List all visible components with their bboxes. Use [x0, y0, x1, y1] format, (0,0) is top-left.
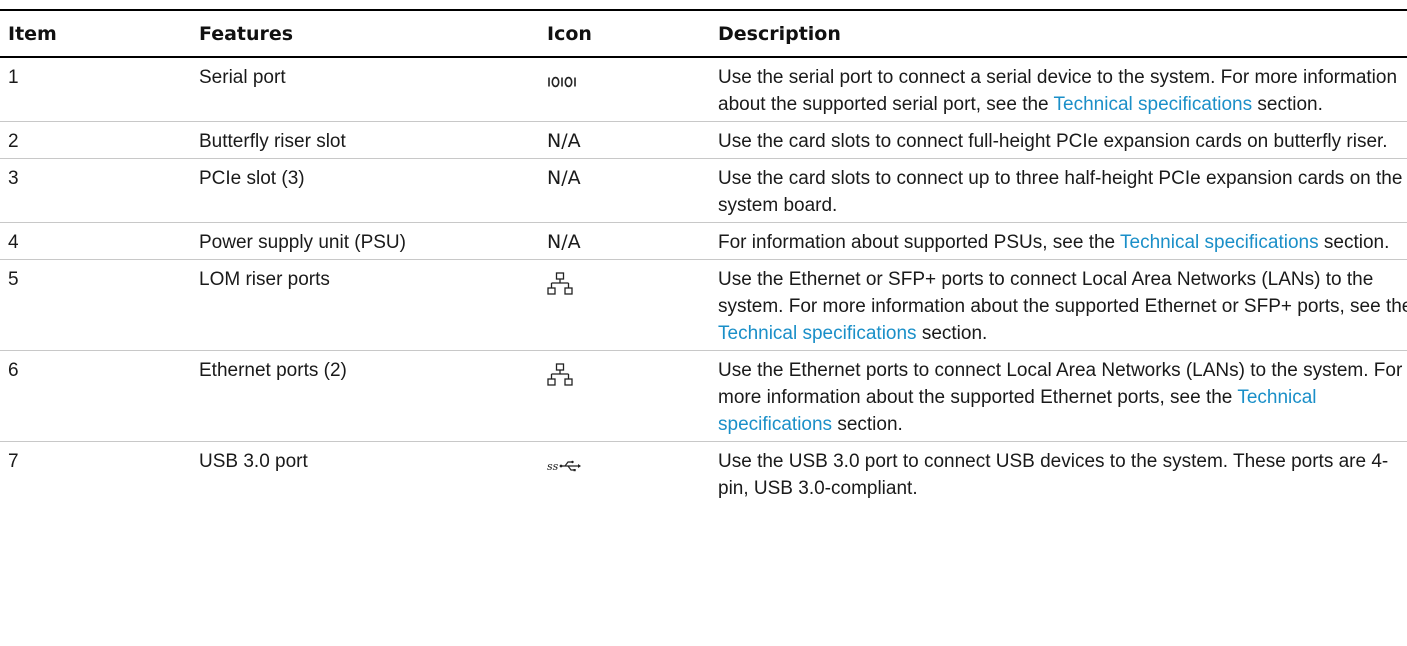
description-text: Use the USB 3.0 port to connect USB devi… [718, 451, 1389, 499]
technical-specifications-link[interactable]: Technical specifications [1120, 232, 1319, 253]
feature-name: USB 3.0 port [199, 451, 308, 472]
technical-specifications-link[interactable]: Technical specifications [1054, 94, 1253, 115]
feature-name: PCIe slot (3) [199, 168, 305, 189]
item-number: 1 [8, 67, 19, 88]
table-header-row: Item Features Icon Description [0, 10, 1407, 57]
item-number: 5 [8, 269, 19, 290]
table-row: 6 Ethernet ports (2) Use the Ethernet port… [0, 351, 1407, 442]
usb-ss-icon: ss [547, 454, 581, 481]
description-cell: Use the Ethernet or SFP+ ports to connec… [718, 260, 1407, 351]
feature-name: LOM riser ports [199, 269, 330, 290]
icon-cell: ss [547, 442, 718, 506]
technical-specifications-link[interactable]: Technical specifications [718, 323, 917, 344]
icon-cell [547, 260, 718, 351]
description-cell: Use the card slots to connect up to thre… [718, 159, 1407, 223]
item-number: 6 [8, 360, 19, 381]
table-row: 3 PCIe slot (3) N/A Use the card slots to c… [0, 159, 1407, 223]
network-icon [547, 272, 573, 304]
description-suffix: section. [916, 323, 988, 344]
icon-na-text: N/A [547, 167, 581, 189]
table-row: 1 Serial port Use the serial port to conne… [0, 57, 1407, 122]
header-icon: Icon [547, 23, 592, 45]
svg-text:ss: ss [547, 460, 559, 473]
feature-name: Serial port [199, 67, 286, 88]
icon-cell [547, 57, 718, 122]
feature-name: Power supply unit (PSU) [199, 232, 406, 253]
icon-cell: N/A [547, 122, 718, 159]
feature-name: Ethernet ports (2) [199, 360, 347, 381]
table-row: 5 LOM riser ports Use the Ethernet or SFP+… [0, 260, 1407, 351]
description-text: Use the card slots to connect up to thre… [718, 168, 1403, 216]
description-cell: Use the serial port to connect a serial … [718, 57, 1407, 122]
description-cell: For information about supported PSUs, se… [718, 223, 1407, 260]
description-cell: Use the USB 3.0 port to connect USB devi… [718, 442, 1407, 506]
serial-port-icon [547, 70, 583, 97]
description-suffix: section. [1252, 94, 1323, 115]
header-features: Features [199, 23, 294, 45]
icon-na-text: N/A [547, 231, 581, 253]
description-suffix: section. [1318, 232, 1390, 253]
item-number: 7 [8, 451, 19, 472]
icon-na-text: N/A [547, 130, 581, 152]
header-description: Description [718, 23, 841, 45]
header-item: Item [8, 23, 57, 45]
description-suffix: section. [832, 414, 903, 435]
description-cell: Use the Ethernet ports to connect Local … [718, 351, 1407, 442]
item-number: 4 [8, 232, 19, 253]
features-table: Item Features Icon Description 1 Serial p… [0, 9, 1407, 505]
item-number: 2 [8, 131, 19, 152]
feature-name: Butterfly riser slot [199, 131, 346, 152]
features-table-page: Item Features Icon Description 1 Serial p… [0, 0, 1407, 646]
description-text: Use the card slots to connect full-heigh… [718, 131, 1388, 152]
icon-cell: N/A [547, 159, 718, 223]
icon-cell [547, 351, 718, 442]
table-row: 7 USB 3.0 port ss Use the USB 3.0 port to c… [0, 442, 1407, 506]
description-cell: Use the card slots to connect full-heigh… [718, 122, 1407, 159]
item-number: 3 [8, 168, 19, 189]
description-text: For information about supported PSUs, se… [718, 232, 1121, 253]
network-icon [547, 363, 573, 395]
table-row: 4 Power supply unit (PSU) N/A For informati… [0, 223, 1407, 260]
icon-cell: N/A [547, 223, 718, 260]
description-text: Use the Ethernet or SFP+ ports to connec… [718, 269, 1407, 317]
table-row: 2 Butterfly riser slot N/A Use the card slo… [0, 122, 1407, 159]
